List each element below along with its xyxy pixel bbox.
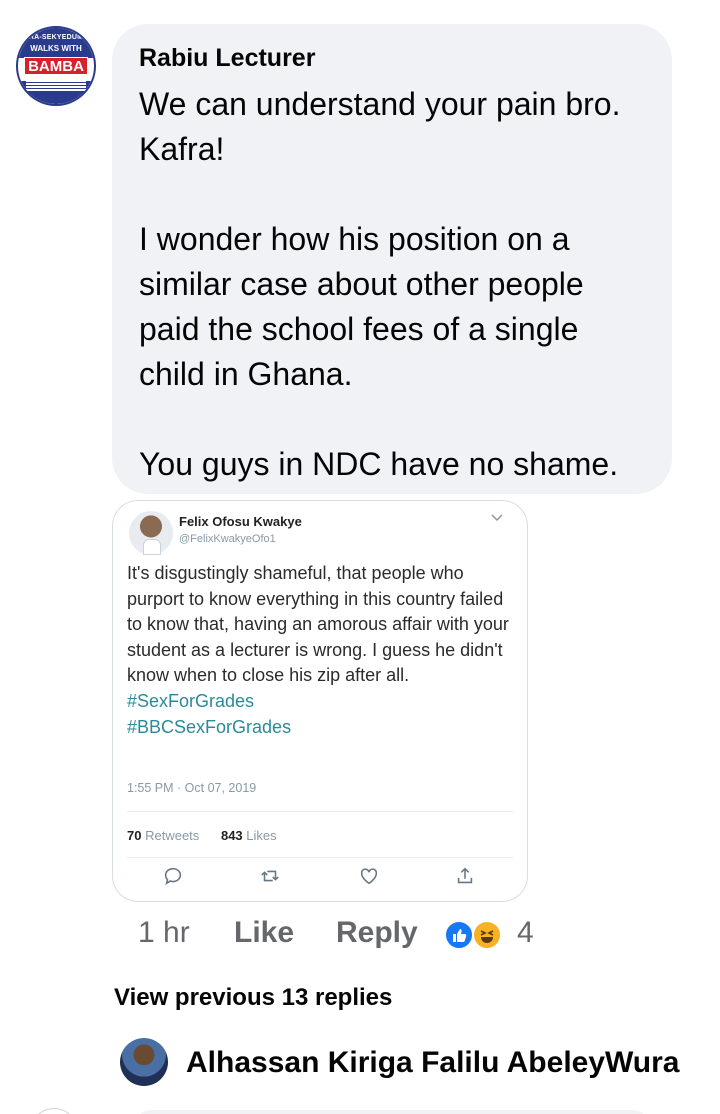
reply-author-name[interactable]: Alhassan Kiriga Falilu AbeleyWura bbox=[186, 1046, 679, 1080]
comment-bubble: Rabiu Lecturer We can understand your pa… bbox=[112, 24, 672, 494]
chevron-down-icon bbox=[491, 511, 503, 525]
reply-author-avatar[interactable] bbox=[120, 1038, 168, 1086]
comment-line: I wonder how his position on a bbox=[139, 221, 570, 257]
comment-line: Kafra! bbox=[139, 131, 225, 167]
retweet-icon bbox=[259, 865, 283, 889]
tweet-body: It's disgustingly shameful, that people … bbox=[127, 563, 509, 686]
share-icon bbox=[454, 865, 478, 889]
haha-reaction-icon[interactable] bbox=[472, 920, 502, 950]
reply-button[interactable]: Reply bbox=[336, 916, 418, 950]
reply-icon bbox=[162, 865, 186, 889]
retweet-label: Retweets bbox=[145, 828, 200, 843]
tweet-divider bbox=[127, 857, 513, 858]
comment-paragraph-gap bbox=[139, 397, 659, 442]
next-comment-avatar[interactable] bbox=[30, 1108, 78, 1114]
comment-text: We can understand your pain bro. Kafra! … bbox=[139, 82, 659, 487]
tweet-action-bar bbox=[113, 865, 527, 889]
retweet-count: 70 bbox=[127, 828, 142, 843]
comment-author[interactable]: Rabiu Lecturer bbox=[139, 44, 315, 73]
comment-line: child in Ghana. bbox=[139, 356, 353, 392]
heart-icon bbox=[358, 865, 382, 889]
attached-tweet-image[interactable]: Felix Ofosu Kwakye @FelixKwakyeOfo1 It's… bbox=[112, 500, 528, 902]
tweet-hashtag: #BBCSexForGrades bbox=[127, 716, 292, 737]
avatar-logo-line2: WALKS WITH bbox=[30, 44, 82, 53]
avatar-logo-badge: BAMBA bbox=[24, 57, 88, 75]
avatar-logo-line1: URA-SEKYEDUMA bbox=[23, 34, 89, 41]
view-previous-replies-link[interactable]: View previous 13 replies bbox=[114, 984, 392, 1012]
comment-line: similar case about other people bbox=[139, 266, 584, 302]
tweet-author-name: Felix Ofosu Kwakye bbox=[179, 514, 302, 529]
commenter-avatar[interactable]: URA-SEKYEDUMA WALKS WITH BAMBA bbox=[16, 26, 96, 106]
like-label: Likes bbox=[246, 828, 277, 843]
comment-line: paid the school fees of a single bbox=[139, 311, 579, 347]
tweet-author-avatar bbox=[129, 511, 173, 555]
tweet-avatar-shirt bbox=[143, 539, 161, 555]
tweet-hashtag: #SexForGrades bbox=[127, 690, 255, 711]
tweet-text: It's disgustingly shameful, that people … bbox=[127, 561, 522, 740]
comment-line: You guys in NDC have no shame. bbox=[139, 446, 619, 482]
tweet-divider bbox=[127, 811, 513, 812]
tweet-author-handle: @FelixKwakyeOfo1 bbox=[179, 533, 276, 545]
next-comment-bubble bbox=[132, 1110, 652, 1114]
like-button[interactable]: Like bbox=[234, 916, 294, 950]
like-reaction-icon[interactable] bbox=[444, 920, 474, 950]
reaction-count[interactable]: 4 bbox=[517, 916, 534, 950]
avatar-logo-fineprint bbox=[26, 80, 86, 92]
comment-time[interactable]: 1 hr bbox=[138, 916, 190, 950]
comment-paragraph-gap bbox=[139, 172, 659, 217]
comment-line: We can understand your pain bro. bbox=[139, 86, 621, 122]
tweet-stats: 70 Retweets 843 Likes bbox=[127, 828, 277, 843]
tweet-timestamp: 1:55 PM · Oct 07, 2019 bbox=[127, 781, 257, 795]
like-count: 843 bbox=[220, 828, 243, 843]
